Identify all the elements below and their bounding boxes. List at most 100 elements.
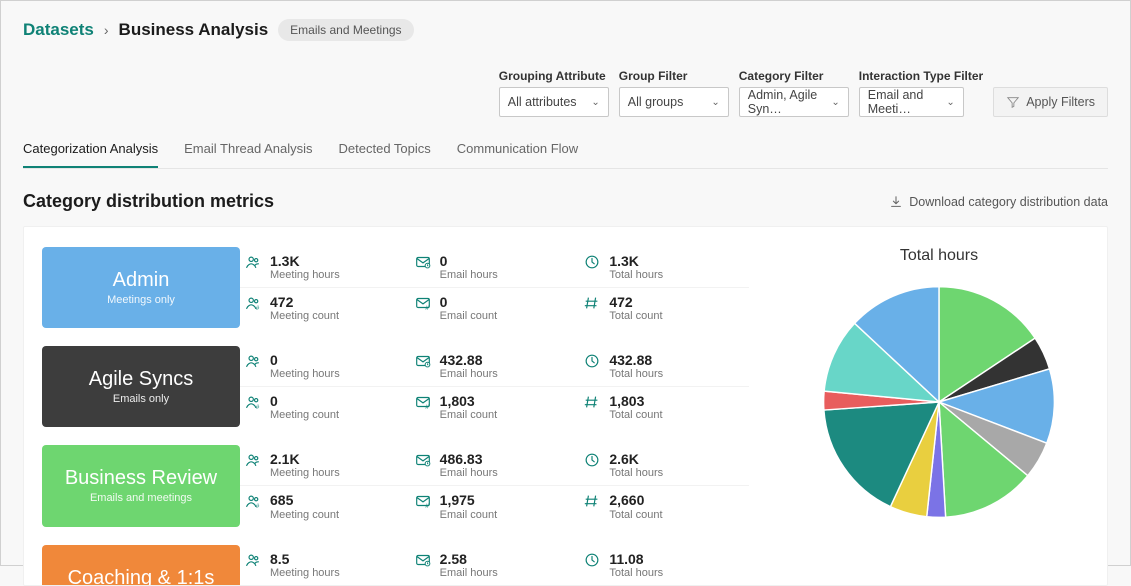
category-list: Admin Meetings only 1.3KMeeting hours 0E… bbox=[42, 247, 749, 585]
category-filter-select[interactable]: Admin, Agile Syn… ⌄ bbox=[739, 87, 849, 117]
section-title: Category distribution metrics bbox=[23, 191, 274, 212]
email-count-label: Email count bbox=[440, 509, 497, 521]
total-hours-label: Total hours bbox=[609, 567, 663, 579]
email-hours-label: Email hours bbox=[440, 368, 498, 380]
tab-detected-topics[interactable]: Detected Topics bbox=[339, 141, 431, 168]
interaction-filter-label: Interaction Type Filter bbox=[859, 69, 983, 83]
email-hours-value: 2.58 bbox=[440, 551, 498, 567]
category-name: Admin bbox=[113, 269, 170, 292]
metrics-card: Admin Meetings only 1.3KMeeting hours 0E… bbox=[23, 226, 1108, 586]
email-hours-label: Email hours bbox=[440, 269, 498, 281]
category-tile[interactable]: Coaching & 1:1s Emails and meetings bbox=[42, 545, 240, 586]
group-filter-value: All groups bbox=[628, 95, 684, 109]
meeting-count-label: Meeting count bbox=[270, 509, 339, 521]
category-subtitle: Emails only bbox=[113, 393, 169, 405]
total-count-value: 1,803 bbox=[609, 393, 662, 409]
filter-bar: Grouping Attribute All attributes ⌄ Grou… bbox=[23, 69, 1108, 117]
group-filter-label: Group Filter bbox=[619, 69, 729, 83]
chevron-right-icon: › bbox=[104, 22, 109, 38]
tabs: Categorization Analysis Email Thread Ana… bbox=[23, 141, 1108, 169]
meeting-hours-value: 8.5 bbox=[270, 551, 340, 567]
email-hours-value: 0 bbox=[440, 253, 498, 269]
download-icon bbox=[889, 195, 903, 209]
email-hours-value: 486.83 bbox=[440, 451, 498, 467]
breadcrumb: Datasets › Business Analysis Emails and … bbox=[23, 19, 1108, 41]
total-hours-label: Total hours bbox=[609, 269, 663, 281]
total-hours-label: Total hours bbox=[609, 467, 663, 479]
category-tile[interactable]: Admin Meetings only bbox=[42, 247, 240, 328]
email-hours-value: 432.88 bbox=[440, 352, 498, 368]
total-hours-label: Total hours bbox=[609, 368, 663, 380]
download-data-label: Download category distribution data bbox=[909, 195, 1108, 209]
apply-filters-button[interactable]: Apply Filters bbox=[993, 87, 1108, 117]
category-filter-value: Admin, Agile Syn… bbox=[748, 88, 832, 116]
svg-text:#: # bbox=[425, 404, 429, 411]
chevron-down-icon: ⌄ bbox=[711, 97, 719, 108]
email-hours-label: Email hours bbox=[440, 567, 498, 579]
tab-categorization-analysis[interactable]: Categorization Analysis bbox=[23, 141, 158, 168]
chevron-down-icon: ⌄ bbox=[591, 97, 599, 108]
svg-text:#: # bbox=[425, 305, 429, 312]
meeting-hours-label: Meeting hours bbox=[270, 368, 340, 380]
dataset-type-pill: Emails and Meetings bbox=[278, 19, 413, 41]
total-count-label: Total count bbox=[609, 509, 662, 521]
category-name: Business Review bbox=[65, 467, 217, 490]
breadcrumb-current: Business Analysis bbox=[119, 20, 269, 40]
category-metrics: 2.1KMeeting hours 486.83Email hours 2.6K… bbox=[240, 445, 749, 526]
meeting-count-label: Meeting count bbox=[270, 409, 339, 421]
interaction-filter-value: Email and Meeti… bbox=[868, 88, 947, 116]
category-metrics: 1.3KMeeting hours 0Email hours 1.3KTotal… bbox=[240, 247, 749, 328]
email-count-value: 1,803 bbox=[440, 393, 497, 409]
meeting-hours-label: Meeting hours bbox=[270, 467, 340, 479]
meeting-count-value: 0 bbox=[270, 393, 339, 409]
total-count-value: 472 bbox=[609, 294, 662, 310]
svg-text:#: # bbox=[425, 504, 429, 511]
category-row: Coaching & 1:1s Emails and meetings 8.5M… bbox=[42, 545, 749, 586]
email-hours-label: Email hours bbox=[440, 467, 498, 479]
category-row: Admin Meetings only 1.3KMeeting hours 0E… bbox=[42, 247, 749, 328]
category-tile[interactable]: Business Review Emails and meetings bbox=[42, 445, 240, 526]
grouping-attribute-label: Grouping Attribute bbox=[499, 69, 609, 83]
total-hours-value: 11.08 bbox=[609, 551, 663, 567]
category-subtitle: Meetings only bbox=[107, 294, 175, 306]
email-count-value: 1,975 bbox=[440, 492, 497, 508]
download-data-link[interactable]: Download category distribution data bbox=[889, 195, 1108, 209]
meeting-hours-value: 0 bbox=[270, 352, 340, 368]
chart-panel: Total hours bbox=[789, 247, 1089, 585]
meeting-hours-value: 2.1K bbox=[270, 451, 340, 467]
email-count-label: Email count bbox=[440, 409, 497, 421]
email-count-label: Email count bbox=[440, 310, 497, 322]
total-count-label: Total count bbox=[609, 310, 662, 322]
category-row: Agile Syncs Emails only 0Meeting hours 4… bbox=[42, 346, 749, 427]
meeting-hours-label: Meeting hours bbox=[270, 567, 340, 579]
category-name: Coaching & 1:1s bbox=[68, 567, 215, 586]
total-count-label: Total count bbox=[609, 409, 662, 421]
total-hours-value: 2.6K bbox=[609, 451, 663, 467]
tab-communication-flow[interactable]: Communication Flow bbox=[457, 141, 578, 168]
category-subtitle: Emails and meetings bbox=[90, 492, 192, 504]
grouping-attribute-select[interactable]: All attributes ⌄ bbox=[499, 87, 609, 117]
category-metrics: 0Meeting hours 432.88Email hours 432.88T… bbox=[240, 346, 749, 427]
breadcrumb-root[interactable]: Datasets bbox=[23, 20, 94, 40]
meeting-count-value: 472 bbox=[270, 294, 339, 310]
chevron-down-icon: ⌄ bbox=[831, 97, 839, 108]
filter-icon bbox=[1006, 95, 1020, 109]
chart-title: Total hours bbox=[900, 247, 978, 265]
email-count-value: 0 bbox=[440, 294, 497, 310]
grouping-attribute-value: All attributes bbox=[508, 95, 577, 109]
group-filter-select[interactable]: All groups ⌄ bbox=[619, 87, 729, 117]
tab-email-thread-analysis[interactable]: Email Thread Analysis bbox=[184, 141, 312, 168]
svg-text:#: # bbox=[256, 404, 260, 411]
category-name: Agile Syncs bbox=[89, 368, 194, 391]
svg-text:#: # bbox=[256, 305, 260, 312]
chevron-down-icon: ⌄ bbox=[946, 97, 954, 108]
meeting-count-label: Meeting count bbox=[270, 310, 339, 322]
apply-filters-label: Apply Filters bbox=[1026, 95, 1095, 109]
total-hours-value: 1.3K bbox=[609, 253, 663, 269]
category-tile[interactable]: Agile Syncs Emails only bbox=[42, 346, 240, 427]
total-hours-value: 432.88 bbox=[609, 352, 663, 368]
category-metrics: 8.5Meeting hours 2.58Email hours 11.08To… bbox=[240, 545, 749, 586]
total-count-value: 2,660 bbox=[609, 492, 662, 508]
interaction-filter-select[interactable]: Email and Meeti… ⌄ bbox=[859, 87, 964, 117]
category-row: Business Review Emails and meetings 2.1K… bbox=[42, 445, 749, 526]
